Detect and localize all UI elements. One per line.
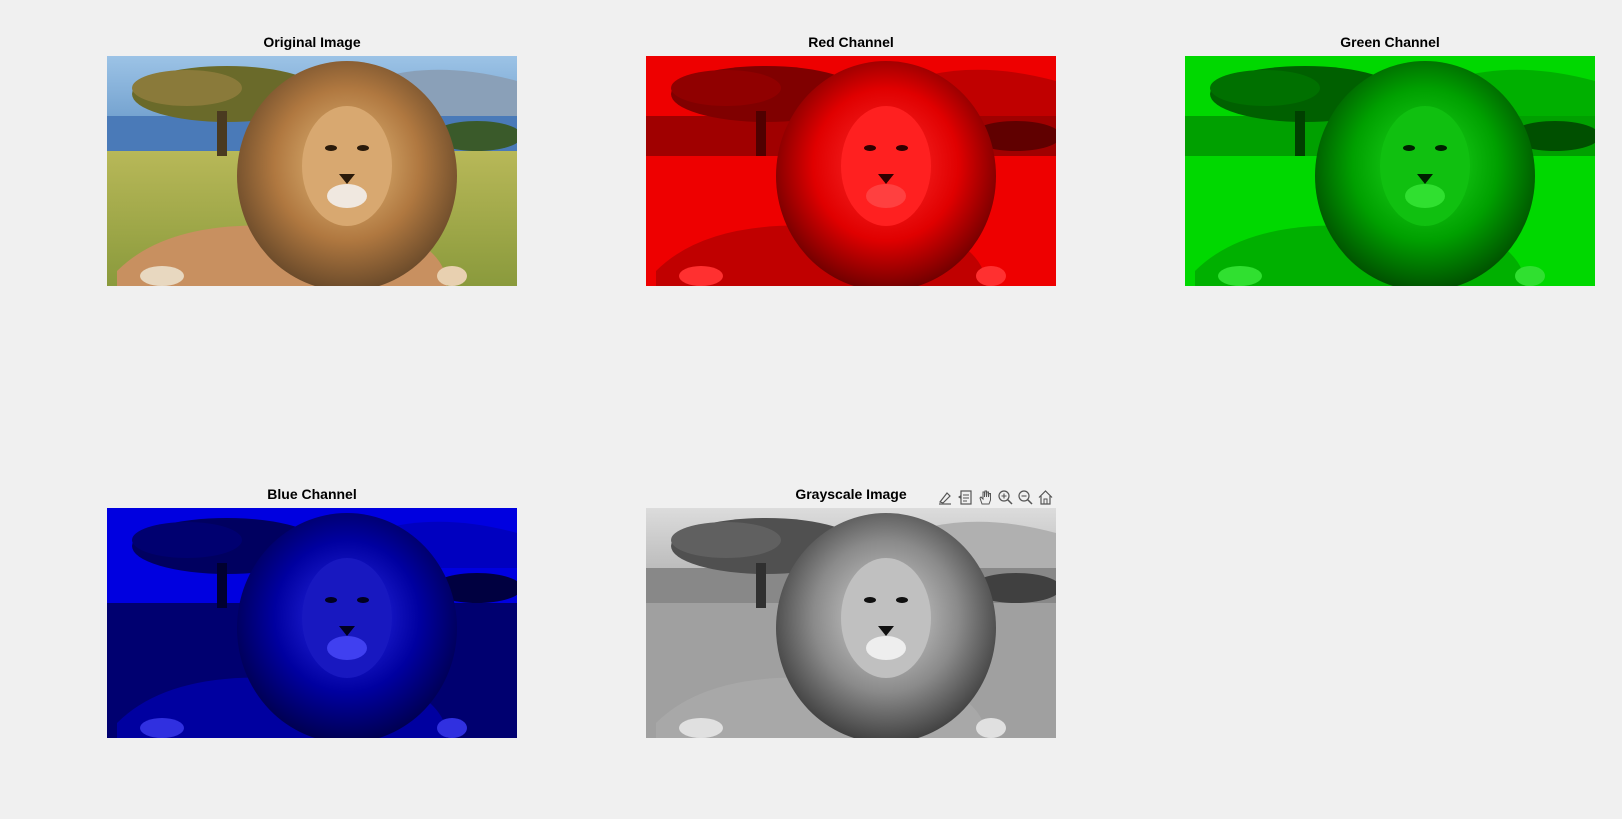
axes-original-image[interactable]: Original Image: [107, 34, 517, 286]
data-tips-icon: [958, 489, 972, 505]
axes-red-channel[interactable]: Red Channel: [646, 34, 1056, 286]
lion-image-original: [107, 56, 517, 286]
axes-title: Red Channel: [808, 34, 894, 50]
axes-title: Blue Channel: [267, 486, 357, 502]
axes-grayscale-image[interactable]: Grayscale Image: [646, 486, 1056, 738]
brush-icon: [939, 491, 951, 505]
axes-toolbar: [936, 487, 1055, 507]
home-icon: [1038, 489, 1053, 505]
axes-blue-channel[interactable]: Blue Channel: [107, 486, 517, 738]
pan-hand-icon: [979, 490, 991, 504]
axes-green-channel[interactable]: Green Channel: [1185, 34, 1595, 286]
zoom-out-button[interactable]: [1016, 488, 1035, 507]
zoom-in-icon: [998, 489, 1013, 505]
zoom-out-icon: [1018, 489, 1033, 505]
axes-title: Original Image: [263, 34, 361, 50]
axes-title: Green Channel: [1340, 34, 1440, 50]
brush-button[interactable]: [936, 488, 955, 507]
lion-image-red-channel: [646, 56, 1056, 286]
figure-window: Original Image Red Channel Green Channel…: [0, 0, 1622, 819]
pan-button[interactable]: [976, 488, 995, 507]
lion-image-green-channel: [1185, 56, 1595, 286]
data-tips-button[interactable]: [956, 488, 975, 507]
restore-view-button[interactable]: [1036, 488, 1055, 507]
lion-image-grayscale: [646, 508, 1056, 738]
zoom-in-button[interactable]: [996, 488, 1015, 507]
lion-image-blue-channel: [107, 508, 517, 738]
